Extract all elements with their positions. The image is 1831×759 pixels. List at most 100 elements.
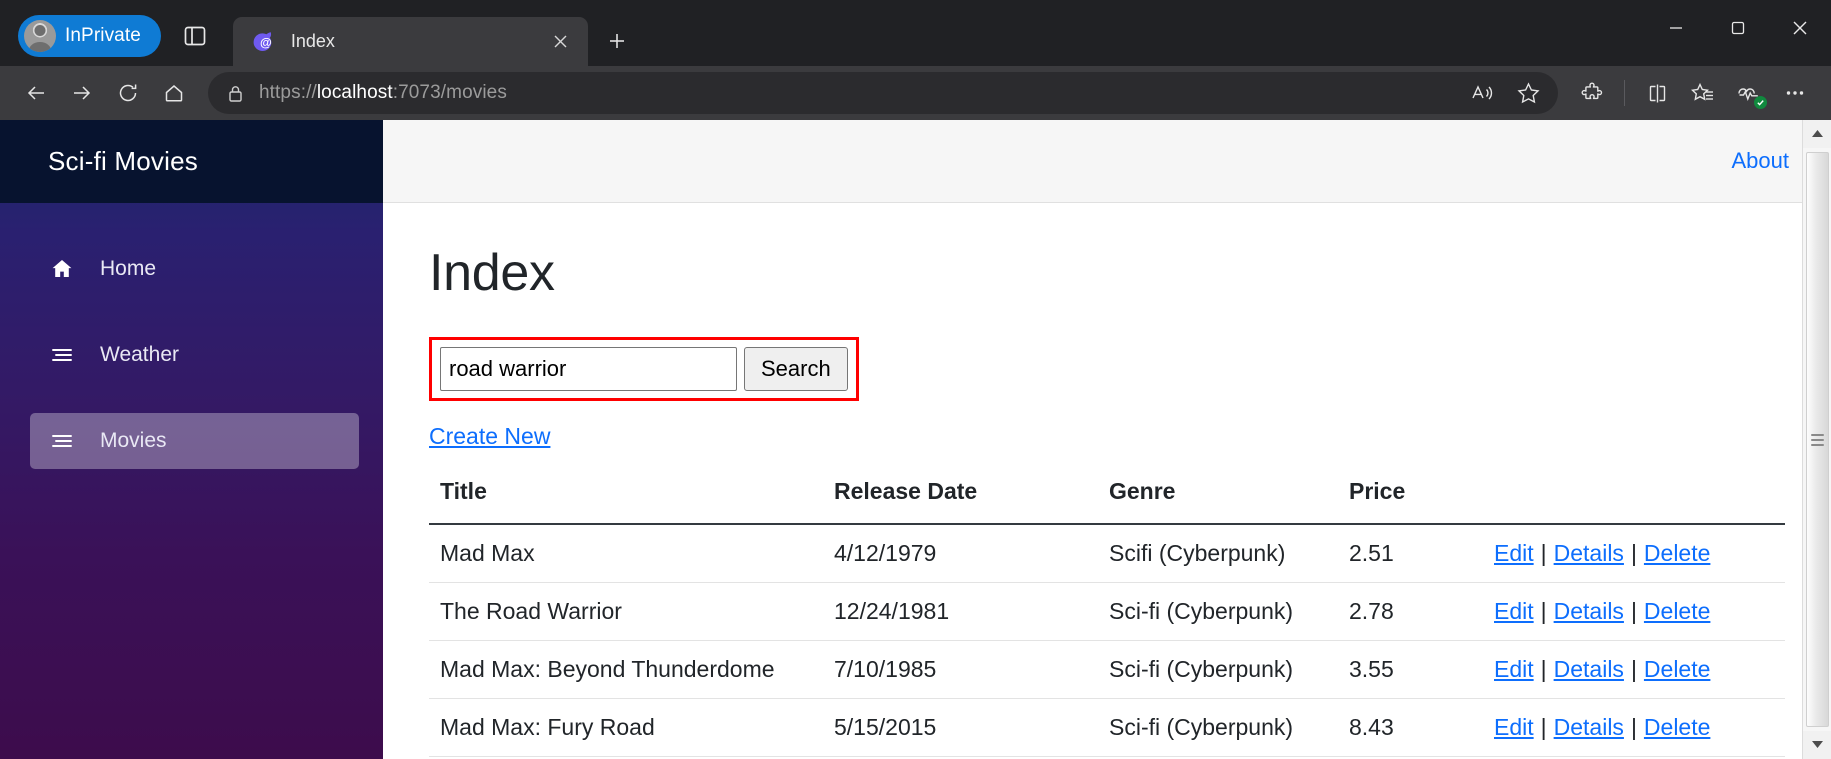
search-input[interactable] bbox=[440, 347, 737, 391]
refresh-icon[interactable] bbox=[106, 73, 150, 113]
column-header-actions bbox=[1494, 478, 1785, 525]
column-header-genre: Genre bbox=[1109, 478, 1349, 525]
cell-release-date: 4/12/1979 bbox=[834, 524, 1109, 583]
scrollbar-track[interactable] bbox=[1802, 148, 1831, 731]
table-row: The Road Warrior 12/24/1981 Sci-fi (Cybe… bbox=[429, 582, 1785, 641]
split-screen-icon[interactable] bbox=[1635, 73, 1679, 113]
inprivate-indicator[interactable]: InPrivate bbox=[18, 15, 161, 57]
tab-strip: InPrivate @ Index bbox=[0, 0, 1831, 66]
details-link[interactable]: Details bbox=[1554, 656, 1624, 682]
scrollbar-thumb[interactable] bbox=[1805, 152, 1829, 727]
url-host: localhost bbox=[316, 82, 393, 103]
sidebar-item-movies[interactable]: Movies bbox=[30, 413, 359, 469]
lock-icon bbox=[229, 85, 242, 102]
house-icon bbox=[50, 257, 74, 281]
cell-price: 8.43 bbox=[1349, 698, 1494, 757]
sidebar-item-weather[interactable]: Weather bbox=[30, 327, 359, 383]
home-icon[interactable] bbox=[152, 73, 196, 113]
edit-link[interactable]: Edit bbox=[1494, 714, 1534, 740]
search-form: Search bbox=[440, 347, 848, 391]
tab-title: Index bbox=[290, 31, 335, 51]
sidebar-item-label: Weather bbox=[100, 343, 179, 366]
close-button[interactable] bbox=[1769, 0, 1831, 56]
sidebar-item-home[interactable]: Home bbox=[30, 241, 359, 297]
page-viewport: Sci-fi Movies Home Weather Movies About … bbox=[0, 120, 1831, 759]
cell-title: Mad Max: Fury Road bbox=[429, 698, 834, 757]
edit-link[interactable]: Edit bbox=[1494, 540, 1534, 566]
list-icon bbox=[50, 429, 74, 453]
page-scrollbar[interactable] bbox=[1802, 120, 1831, 759]
edit-link[interactable]: Edit bbox=[1494, 656, 1534, 682]
browser-tab[interactable]: @ Index bbox=[232, 17, 588, 66]
delete-link[interactable]: Delete bbox=[1644, 656, 1710, 682]
create-new-link[interactable]: Create New bbox=[429, 423, 550, 450]
details-link[interactable]: Details bbox=[1554, 598, 1624, 624]
star-icon[interactable] bbox=[1506, 73, 1550, 113]
cell-release-date: 7/10/1985 bbox=[834, 640, 1109, 699]
new-tab-button[interactable] bbox=[596, 20, 638, 62]
sidebar-item-label: Movies bbox=[100, 429, 167, 452]
maximize-button[interactable] bbox=[1707, 0, 1769, 56]
main-region: Index Search Create New Title Release Da… bbox=[383, 203, 1831, 759]
sidebar-brand[interactable]: Sci-fi Movies bbox=[0, 120, 383, 203]
scroll-up-arrow-icon[interactable] bbox=[1802, 120, 1831, 148]
delete-link[interactable]: Delete bbox=[1644, 714, 1710, 740]
cell-genre: Scifi (Cyberpunk) bbox=[1109, 524, 1349, 583]
cell-actions: Edit|Details|Delete bbox=[1494, 524, 1785, 583]
app-sidebar: Sci-fi Movies Home Weather Movies bbox=[0, 120, 383, 759]
scroll-down-arrow-icon[interactable] bbox=[1802, 731, 1831, 759]
address-bar-url: https://localhost:7073/movies bbox=[259, 82, 507, 104]
forward-arrow-icon[interactable] bbox=[60, 73, 104, 113]
scrollbar-grip-icon bbox=[1810, 433, 1824, 446]
cell-title: Mad Max bbox=[429, 524, 834, 583]
table-row: Mad Max 4/12/1979 Scifi (Cyberpunk) 2.51… bbox=[429, 524, 1785, 583]
table-row: Mad Max: Fury Road 5/15/2015 Sci-fi (Cyb… bbox=[429, 698, 1785, 757]
cell-title: The Road Warrior bbox=[429, 582, 834, 641]
search-button[interactable]: Search bbox=[744, 347, 848, 391]
cell-genre: Sci-fi (Cyberpunk) bbox=[1109, 698, 1349, 757]
action-separator: | bbox=[1630, 598, 1637, 624]
tab-close-icon[interactable] bbox=[546, 27, 576, 57]
url-scheme: https:// bbox=[259, 82, 317, 103]
heartbeat-icon[interactable] bbox=[1727, 73, 1771, 113]
cell-genre: Sci-fi (Cyberpunk) bbox=[1109, 640, 1349, 699]
table-head: Title Release Date Genre Price bbox=[429, 478, 1785, 525]
about-link[interactable]: About bbox=[1732, 148, 1790, 174]
action-separator: | bbox=[1540, 656, 1547, 682]
read-aloud-icon[interactable] bbox=[1460, 73, 1504, 113]
cell-title: Mad Max: Beyond Thunderdome bbox=[429, 640, 834, 699]
tab-actions-icon[interactable] bbox=[175, 16, 215, 56]
back-arrow-icon[interactable] bbox=[14, 73, 58, 113]
cell-release-date: 5/15/2015 bbox=[834, 698, 1109, 757]
details-link[interactable]: Details bbox=[1554, 540, 1624, 566]
blazor-logo-icon: @ bbox=[251, 29, 277, 55]
action-separator: | bbox=[1540, 714, 1547, 740]
cell-actions: Edit|Details|Delete bbox=[1494, 640, 1785, 699]
delete-link[interactable]: Delete bbox=[1644, 540, 1710, 566]
window-controls bbox=[1645, 0, 1831, 56]
cell-price: 2.51 bbox=[1349, 524, 1494, 583]
ellipsis-icon[interactable] bbox=[1773, 73, 1817, 113]
puzzle-piece-icon[interactable] bbox=[1570, 73, 1614, 113]
cell-price: 2.78 bbox=[1349, 582, 1494, 641]
sidebar-nav: Home Weather Movies bbox=[0, 203, 383, 499]
action-separator: | bbox=[1630, 656, 1637, 682]
collections-icon[interactable] bbox=[1681, 73, 1725, 113]
minimize-button[interactable] bbox=[1645, 0, 1707, 56]
action-separator: | bbox=[1540, 598, 1547, 624]
page-title: Index bbox=[429, 244, 555, 302]
profile-avatar-icon bbox=[24, 20, 56, 52]
table-body: Mad Max 4/12/1979 Scifi (Cyberpunk) 2.51… bbox=[429, 524, 1785, 759]
cell-actions: Edit|Details|Delete bbox=[1494, 698, 1785, 757]
browser-window: InPrivate @ Index https://localhost:7073… bbox=[0, 0, 1831, 759]
address-bar[interactable]: https://localhost:7073/movies bbox=[208, 72, 1558, 114]
cell-genre: Sci-fi (Cyberpunk) bbox=[1109, 582, 1349, 641]
details-link[interactable]: Details bbox=[1554, 714, 1624, 740]
status-check-badge bbox=[1754, 96, 1767, 109]
delete-link[interactable]: Delete bbox=[1644, 598, 1710, 624]
sidebar-item-label: Home bbox=[100, 257, 157, 280]
cell-actions: Edit|Details|Delete bbox=[1494, 582, 1785, 641]
action-separator: | bbox=[1630, 714, 1637, 740]
edit-link[interactable]: Edit bbox=[1494, 598, 1534, 624]
column-header-price: Price bbox=[1349, 478, 1494, 525]
